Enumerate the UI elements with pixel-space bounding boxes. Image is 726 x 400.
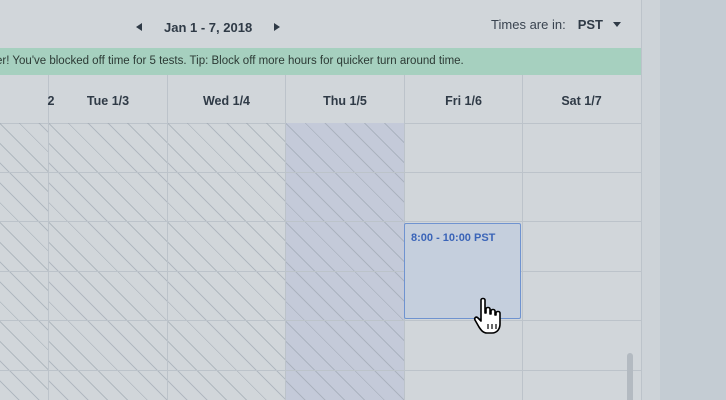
day-column-mon[interactable] [0, 123, 49, 400]
chevron-left-icon[interactable] [136, 23, 142, 31]
calendar-panel: Jan 1 - 7, 2018 Times are in: PST er! Yo… [0, 0, 642, 400]
timezone-value: PST [577, 17, 603, 32]
hour-divider [0, 172, 641, 173]
timezone-label: Times are in: [491, 17, 566, 32]
hour-divider [0, 370, 641, 371]
day-header-row: 2 Tue 1/3 Wed 1/4 Thu 1/5 Fri 1/6 Sat 1/… [0, 75, 641, 124]
day-header-thu: Thu 1/5 [286, 75, 405, 123]
panel-gutter [642, 0, 660, 400]
vertical-scrollbar[interactable] [627, 353, 633, 400]
day-header-wed: Wed 1/4 [168, 75, 286, 123]
time-grid [0, 123, 641, 400]
chevron-right-icon[interactable] [274, 23, 281, 31]
day-column-wed[interactable] [168, 123, 286, 400]
day-column-tue[interactable] [49, 123, 168, 400]
day-header-tue: Tue 1/3 [49, 75, 168, 123]
day-header-sat: Sat 1/7 [561, 94, 602, 108]
calendar-toolbar: Jan 1 - 7, 2018 Times are in: PST [0, 0, 641, 48]
hour-divider [0, 271, 641, 272]
caret-down-icon [613, 22, 621, 27]
info-banner: er! You've blocked off time for 5 tests.… [0, 48, 641, 75]
day-header-mon: 2 [0, 75, 54, 123]
day-column-thu[interactable] [286, 123, 405, 400]
timezone-selector: Times are in: PST [491, 17, 621, 32]
hour-divider [0, 221, 641, 222]
banner-text: er! You've blocked off time for 5 tests.… [0, 55, 464, 67]
day-column-sat[interactable] [523, 123, 641, 400]
hand-pointer-icon [473, 297, 501, 334]
hour-divider [0, 320, 641, 321]
timezone-dropdown[interactable]: PST [578, 17, 621, 32]
date-range-label: Jan 1 - 7, 2018 [164, 19, 253, 35]
day-header-fri: Fri 1/6 [405, 75, 523, 123]
week-navigation: Jan 1 - 7, 2018 [130, 17, 286, 37]
event-time-label: 8:00 - 10:00 PST [411, 232, 496, 244]
page-background [660, 0, 726, 400]
